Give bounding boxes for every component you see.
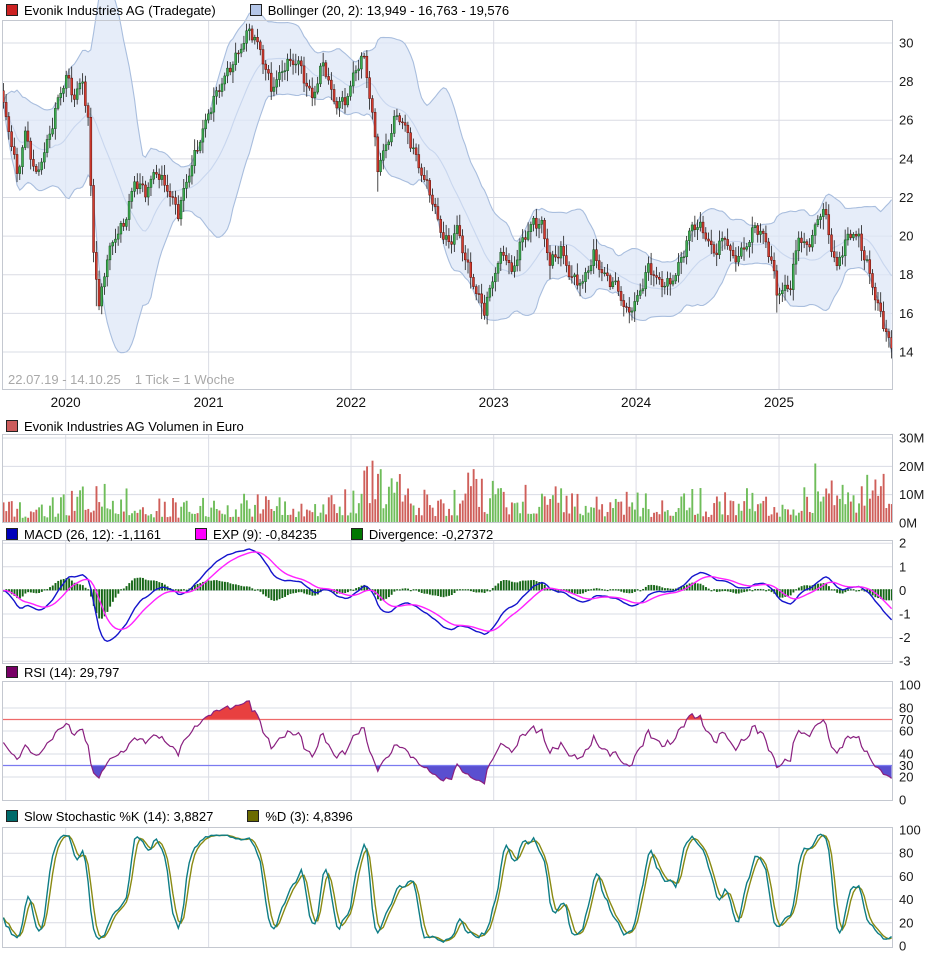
- svg-text:1: 1: [899, 559, 906, 574]
- svg-text:22: 22: [899, 190, 913, 205]
- legend-label: Evonik Industries AG (Tradegate): [24, 3, 216, 18]
- legend-item: Evonik Industries AG (Tradegate): [6, 3, 216, 18]
- legend-label: Slow Stochastic %K (14): 3,8827: [24, 809, 213, 824]
- year-label: 2022: [336, 395, 366, 410]
- svg-text:80: 80: [899, 846, 913, 861]
- svg-text:28: 28: [899, 74, 913, 89]
- legend-label: RSI (14): 29,797: [24, 665, 119, 680]
- svg-text:20: 20: [899, 229, 913, 244]
- date-range-note: 22.07.19 - 14.10.25 1 Tick = 1 Woche: [8, 372, 249, 387]
- legend-item: MACD (26, 12): -1,1161: [6, 527, 161, 542]
- legend-item: Bollinger (20, 2): 13,949 - 16,763 - 19,…: [250, 3, 509, 18]
- svg-text:14: 14: [899, 344, 913, 359]
- legend-item: Evonik Industries AG Volumen in Euro: [6, 419, 244, 434]
- year-label: 2024: [621, 395, 651, 410]
- svg-text:20: 20: [899, 770, 913, 785]
- svg-text:100: 100: [899, 678, 921, 693]
- svg-text:16: 16: [899, 306, 913, 321]
- legend-label: Evonik Industries AG Volumen in Euro: [24, 419, 244, 434]
- svg-text:60: 60: [899, 869, 913, 884]
- svg-text:-2: -2: [899, 630, 911, 645]
- bollinger-swatch: [250, 4, 262, 16]
- rsi-legend: RSI (14): 29,797: [6, 665, 119, 679]
- stock-chart-page: 30 28 26 24 22 20 18 16 14 30M 20M 10M 0M 2 1 0 -1 -2 -3 10…: [0, 0, 940, 958]
- tick-unit: 1 Tick = 1 Woche: [135, 372, 235, 387]
- svg-text:26: 26: [899, 113, 913, 128]
- svg-text:40: 40: [899, 892, 913, 907]
- svg-text:0: 0: [899, 793, 906, 808]
- divergence-swatch: [351, 528, 363, 540]
- exp-swatch: [195, 528, 207, 540]
- svg-text:0: 0: [899, 939, 906, 954]
- date-range: 22.07.19 - 14.10.25: [8, 372, 121, 387]
- svg-text:20: 20: [899, 915, 913, 930]
- macd-swatch: [6, 528, 18, 540]
- year-label: 2023: [479, 395, 509, 410]
- legend-label: MACD (26, 12): -1,1161: [24, 527, 161, 542]
- volume-swatch: [6, 420, 18, 432]
- stoch-k-swatch: [6, 810, 18, 822]
- legend-item: RSI (14): 29,797: [6, 665, 119, 680]
- legend-label: EXP (9): -0,84235: [213, 527, 317, 542]
- svg-text:18: 18: [899, 267, 913, 282]
- svg-text:24: 24: [899, 151, 913, 166]
- svg-text:-3: -3: [899, 654, 911, 669]
- svg-text:0M: 0M: [899, 516, 917, 531]
- stochastic-legend: Slow Stochastic %K (14): 3,8827 %D (3): …: [6, 809, 353, 823]
- legend-item: Slow Stochastic %K (14): 3,8827: [6, 809, 213, 824]
- svg-text:20M: 20M: [899, 459, 924, 474]
- price-legend: Evonik Industries AG (Tradegate) Bolling…: [6, 3, 509, 17]
- year-label: 2025: [764, 395, 794, 410]
- x-axis-year-labels: 2020 2021 2022 2023 2024 2025: [2, 395, 893, 412]
- legend-label: %D (3): 4,8396: [265, 809, 352, 824]
- legend-item: Divergence: -0,27372: [351, 527, 493, 542]
- legend-label: Divergence: -0,27372: [369, 527, 493, 542]
- svg-text:10M: 10M: [899, 487, 924, 502]
- legend-label: Bollinger (20, 2): 13,949 - 16,763 - 19,…: [268, 3, 509, 18]
- svg-text:30M: 30M: [899, 431, 924, 446]
- svg-text:2: 2: [899, 536, 906, 551]
- svg-text:-1: -1: [899, 607, 911, 622]
- svg-text:100: 100: [899, 823, 921, 838]
- stoch-d-swatch: [247, 810, 259, 822]
- macd-legend: MACD (26, 12): -1,1161 EXP (9): -0,84235…: [6, 527, 493, 541]
- svg-text:30: 30: [899, 36, 913, 51]
- year-label: 2021: [194, 395, 224, 410]
- svg-text:0: 0: [899, 583, 906, 598]
- series-swatch: [6, 4, 18, 16]
- year-label: 2020: [51, 395, 81, 410]
- legend-item: EXP (9): -0,84235: [195, 527, 317, 542]
- volume-legend: Evonik Industries AG Volumen in Euro: [6, 419, 244, 433]
- rsi-swatch: [6, 666, 18, 678]
- legend-item: %D (3): 4,8396: [247, 809, 352, 824]
- svg-text:60: 60: [899, 724, 913, 739]
